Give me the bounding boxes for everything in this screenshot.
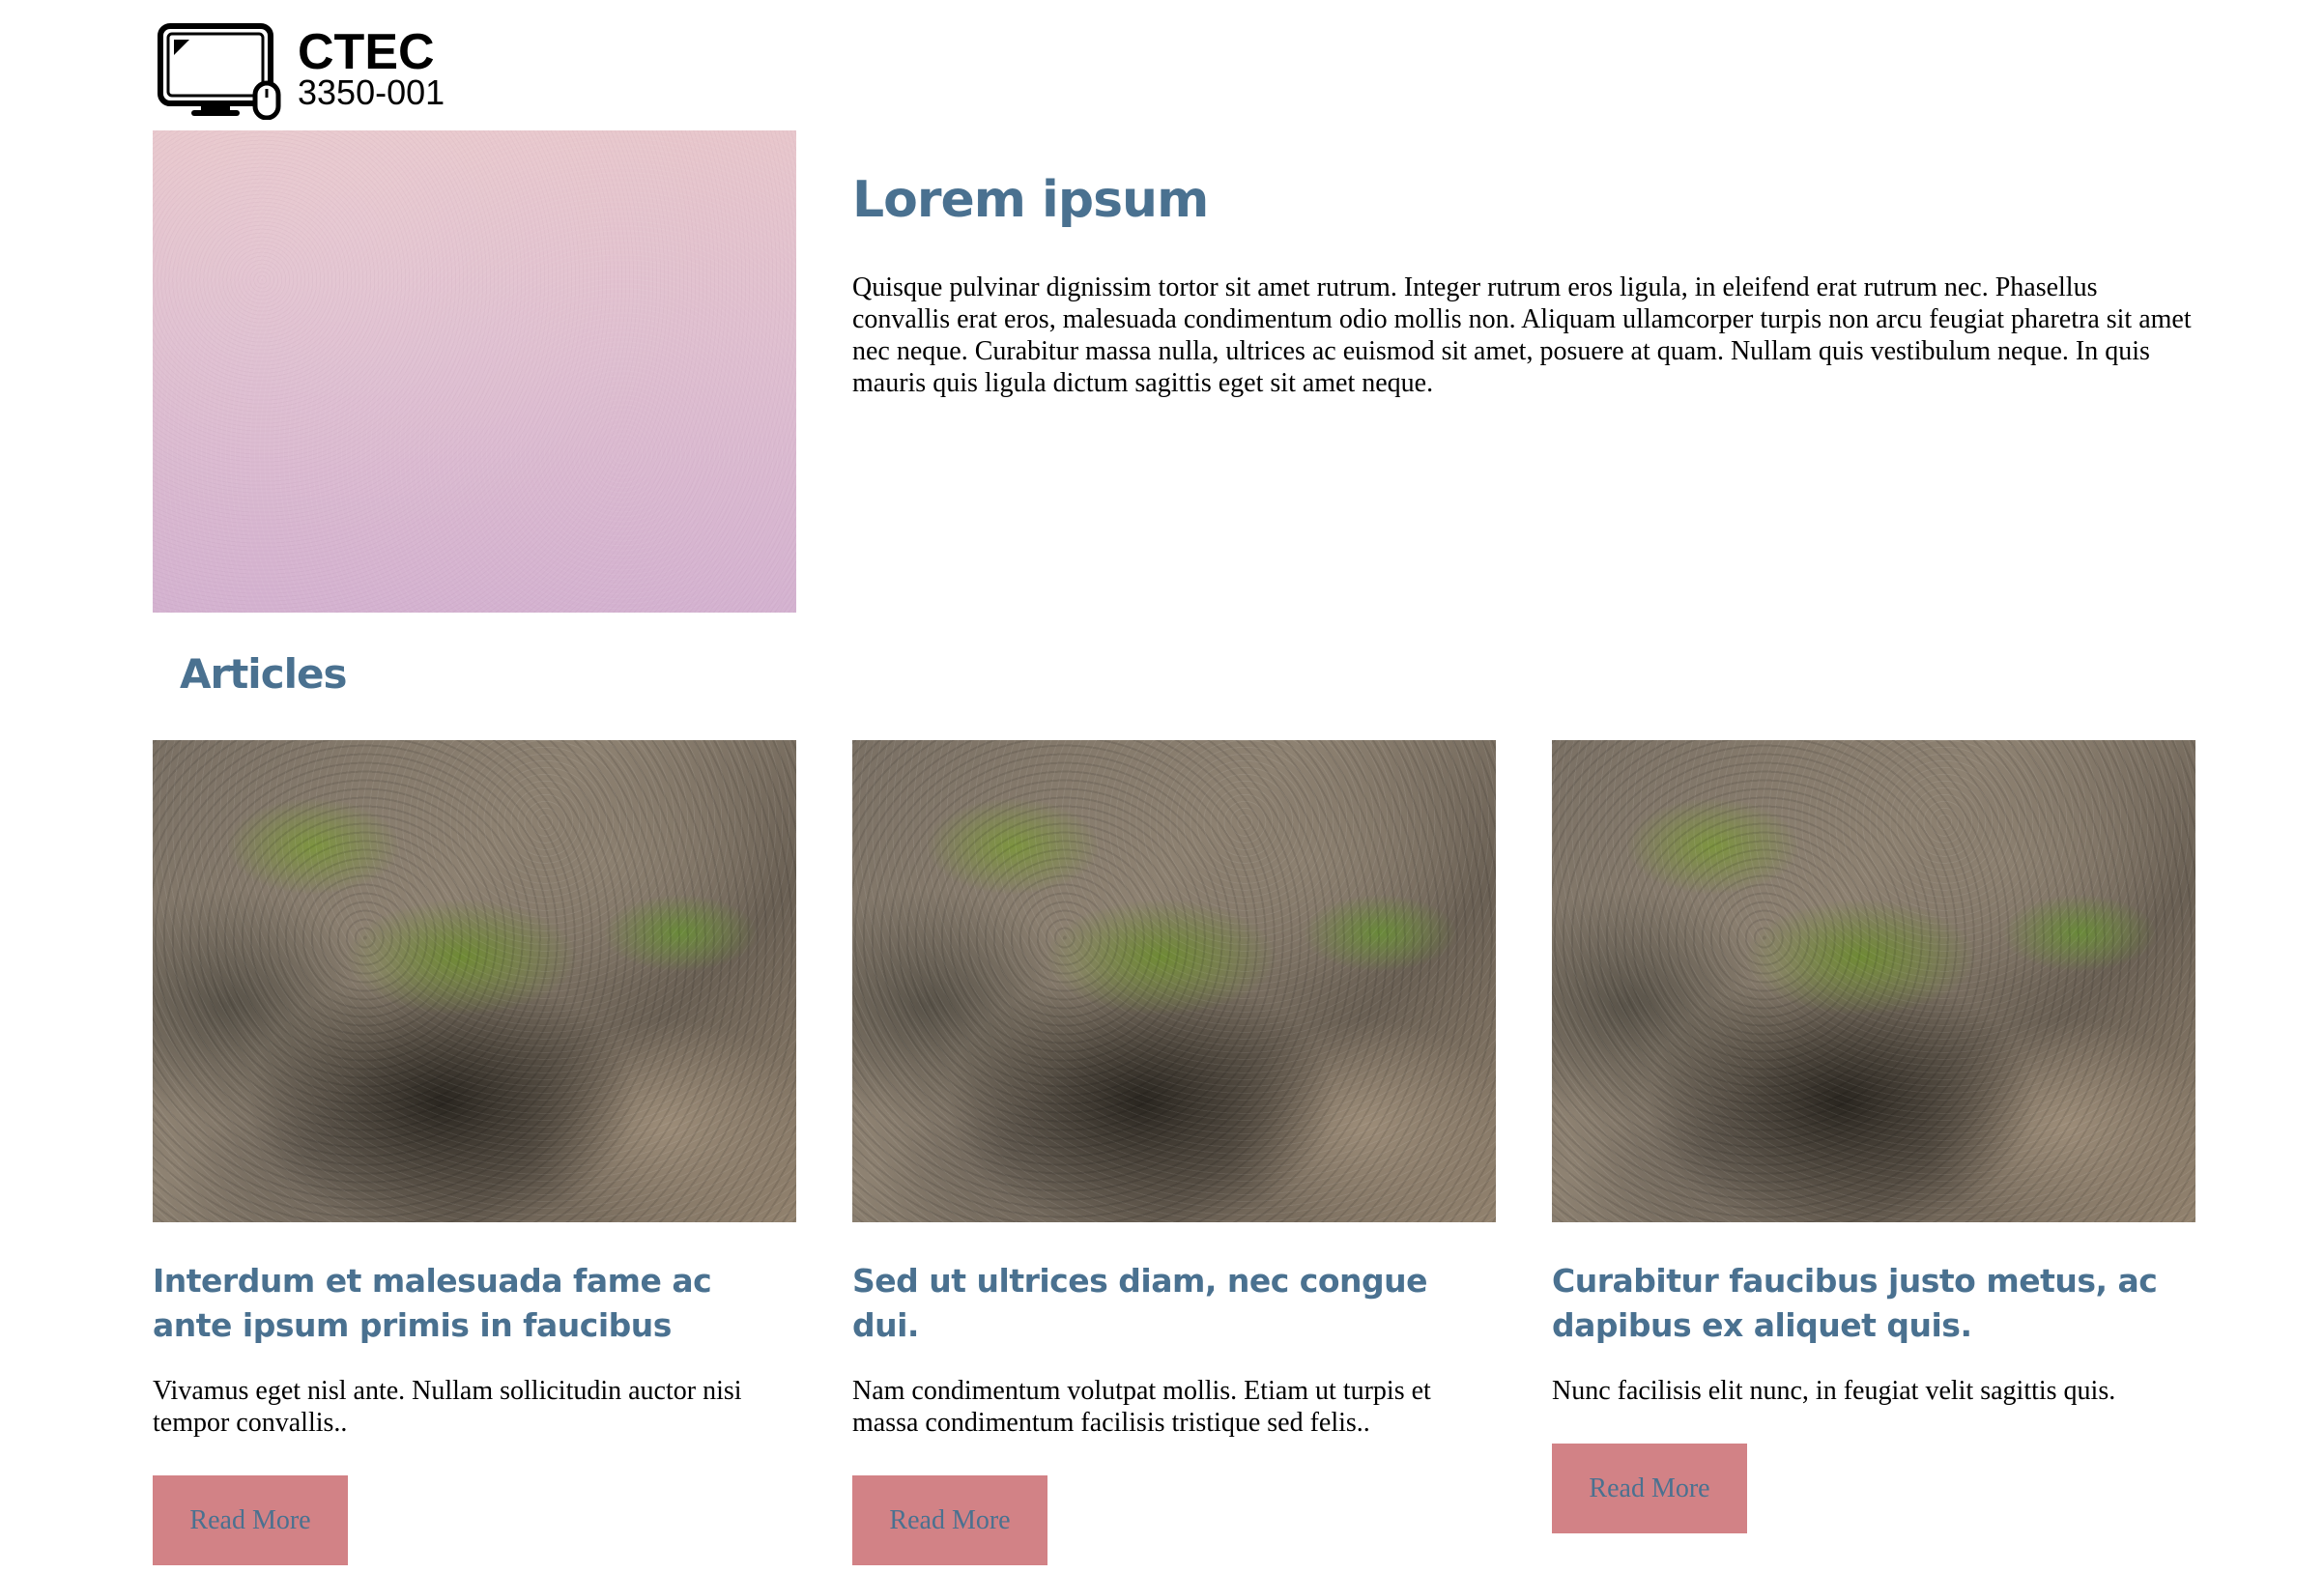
article-card: Sed ut ultrices diam, nec congue dui. Na… (852, 740, 1496, 1565)
article-card: Curabitur faucibus justo metus, ac dapib… (1552, 740, 2195, 1533)
read-more-button[interactable]: Read More (153, 1475, 348, 1565)
hero-title: Lorem ipsum (852, 171, 1209, 229)
logo-subtitle: 3350-001 (298, 72, 445, 112)
article-text: Nam condimentum volutpat mollis. Etiam u… (852, 1376, 1431, 1438)
hero-image (153, 130, 796, 613)
article-title[interactable]: Sed ut ultrices diam, nec congue dui. (852, 1259, 1496, 1348)
computer-monitor-mouse-icon (158, 23, 281, 120)
article-image (1552, 740, 2195, 1222)
logo-title: CTEC (298, 24, 435, 80)
articles-heading: Articles (180, 650, 347, 698)
article-title[interactable]: Curabitur faucibus justo metus, ac dapib… (1552, 1259, 2195, 1348)
article-text: Vivamus eget nisl ante. Nullam sollicitu… (153, 1376, 742, 1438)
site-logo[interactable]: CTEC 3350-001 (153, 23, 452, 120)
hero-text: Quisque pulvinar dignissim tortor sit am… (852, 272, 2192, 398)
article-card: Interdum et malesuada fame ac ante ipsum… (153, 740, 796, 1565)
read-more-button[interactable]: Read More (1552, 1444, 1747, 1533)
article-title[interactable]: Interdum et malesuada fame ac ante ipsum… (153, 1259, 796, 1348)
article-image (153, 740, 796, 1222)
read-more-button[interactable]: Read More (852, 1475, 1047, 1565)
article-image (852, 740, 1496, 1222)
article-text: Nunc facilisis elit nunc, in feugiat vel… (1552, 1376, 2116, 1406)
